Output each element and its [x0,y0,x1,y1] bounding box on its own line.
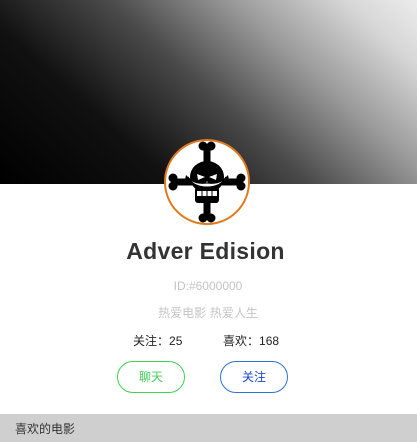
favorite-movies-section-header: 喜欢的电影 [0,414,417,442]
pirate-skull-avatar-icon [168,141,246,223]
likes-count: 168 [259,334,280,348]
following-label: 关注： [133,334,170,348]
following-stat[interactable]: 关注：25 [133,332,182,349]
profile-motto: 热爱电影 热爱人生 [158,306,258,320]
likes-stat[interactable]: 喜欢：168 [223,332,279,349]
favorite-movies-title: 喜欢的电影 [15,422,76,436]
follow-button[interactable]: 关注 [220,361,288,393]
chat-button[interactable]: 聊天 [117,361,185,393]
profile-id: ID:#6000000 [173,279,243,293]
likes-label: 喜欢： [223,334,260,348]
following-count: 25 [169,334,183,348]
profile-avatar[interactable] [164,139,250,225]
profile-name: Adver Edision [126,238,285,264]
